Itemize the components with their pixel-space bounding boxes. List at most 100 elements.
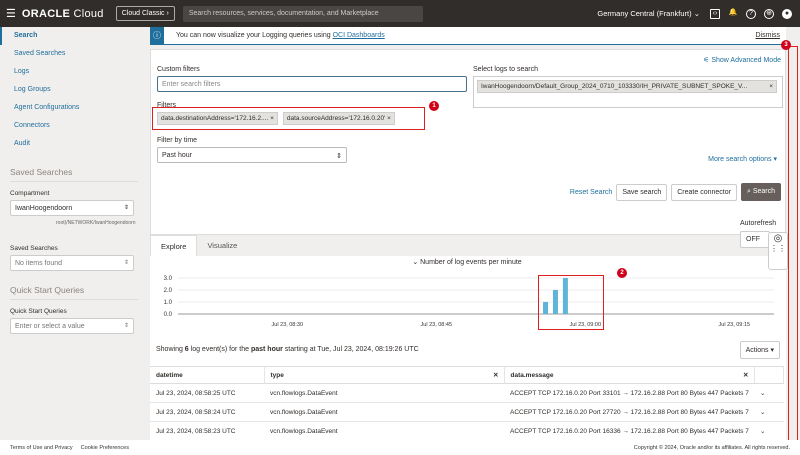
help-widget[interactable]: ◎ ⋮⋮ (768, 232, 788, 270)
copyright: Copyright © 2024, Oracle and/or its affi… (633, 444, 790, 451)
grid-icon: ⋮⋮ (770, 244, 786, 253)
sidebar-item-logs[interactable]: Logs (0, 63, 148, 81)
table-row[interactable]: Jul 23, 2024, 08:58:24 UTC vcn.flowlogs.D… (150, 402, 784, 422)
autorefresh-toggle[interactable]: OFF (740, 231, 770, 248)
cloud-classic-button[interactable]: Cloud Classic › (115, 6, 175, 21)
y-tick-label: 0.0 (164, 312, 173, 318)
table-cell: vcn.flowlogs.DataEvent (264, 421, 504, 441)
custom-filters-label: Custom filters (157, 66, 200, 73)
quick-start-label: Quick Start Queries (10, 308, 67, 315)
compartment-select[interactable]: IwanHoogendoorn ⇕ (10, 200, 134, 216)
sidebar-item-saved-searches[interactable]: Saved Searches (0, 45, 148, 63)
results-panel: ⌄ Number of log events per minute 3.0 2.0… (150, 256, 786, 441)
chevron-updown-icon: ⇕ (336, 153, 342, 160)
autorefresh-label: Autorefresh (740, 220, 777, 227)
expand-row-icon[interactable]: ⌄ (754, 421, 784, 441)
column-datetime[interactable]: datetime (150, 366, 265, 384)
reset-search-link[interactable]: Reset Search (570, 189, 612, 196)
info-icon: ⓘ (150, 26, 164, 45)
filters-highlight: data.destinationAddress='172.16.2.... × … (152, 107, 425, 130)
close-icon[interactable]: ✕ (743, 371, 748, 379)
x-tick-label: Jul 23, 09:15 (719, 322, 751, 328)
table-cell: Jul 23, 2024, 08:58:23 UTC (150, 421, 264, 441)
tab-explore[interactable]: Explore (150, 235, 198, 257)
x-tick-label: Jul 23, 08:45 (421, 322, 453, 328)
show-advanced-mode-link[interactable]: ⚟ Show Advanced Mode (703, 56, 781, 64)
sidebar-item-search[interactable]: Search (0, 27, 148, 45)
select-logs-input[interactable]: IwanHoogendoorn/Default_Group_2024_0710_… (473, 76, 783, 108)
help-icon[interactable]: ? (746, 8, 756, 19)
time-filter-select[interactable]: Past hour ⇕ (157, 147, 347, 163)
saved-searches-heading: Saved Searches (10, 167, 138, 182)
results-summary: Showing 6 log event(s) for the past hour… (156, 346, 419, 353)
chevron-updown-icon: ⇕ (123, 205, 129, 211)
annotation-badge-3: 3 (781, 40, 791, 50)
create-connector-button[interactable]: Create connector (671, 183, 737, 201)
annotation-badge-1: 1 (429, 101, 439, 111)
tab-visualize[interactable]: Visualize (197, 235, 247, 257)
global-search-input[interactable]: Search resources, services, documentatio… (182, 5, 423, 22)
sidebar-item-audit[interactable]: Audit (0, 135, 148, 153)
remove-icon[interactable]: × (769, 83, 773, 90)
chart-title[interactable]: ⌄ Number of log events per minute (150, 258, 784, 266)
close-icon[interactable]: ✕ (493, 371, 498, 379)
expand-row-icon[interactable]: ⌄ (754, 402, 784, 422)
dismiss-link[interactable]: Dismiss (756, 32, 781, 39)
compartment-path: root)/NETWORK/IwanHoogendoorn (56, 220, 136, 226)
select-logs-label: Select logs to search (473, 66, 538, 73)
remove-icon[interactable]: × (387, 115, 391, 122)
compartment-label: Compartment (10, 190, 50, 197)
sidebar: Search Saved Searches Logs Log Groups Ag… (0, 27, 148, 440)
y-tick-label: 2.0 (164, 288, 173, 294)
remove-icon[interactable]: × (270, 115, 274, 122)
more-search-options-link[interactable]: More search options ▾ (708, 155, 777, 163)
chevron-updown-icon: ⇕ (123, 260, 129, 266)
actions-button[interactable]: Actions ▾ (739, 341, 780, 359)
table-cell: Jul 23, 2024, 08:58:24 UTC (150, 402, 264, 422)
top-bar: ☰ ORACLE Cloud Cloud Classic › Search re… (0, 0, 800, 27)
oci-dashboards-link[interactable]: OCI Dashboards (333, 32, 385, 39)
saved-searches-label: Saved Searches (10, 245, 58, 252)
filter-chip: data.sourceAddress='172.16.0.20' × (282, 112, 395, 125)
chart-highlight (538, 275, 604, 330)
filter-by-time-label: Filter by time (157, 137, 198, 144)
profile-icon[interactable]: ● (782, 8, 792, 19)
sidebar-item-agent-configurations[interactable]: Agent Configurations (0, 99, 148, 117)
footer: Terms of Use and Privacy Cookie Preferen… (0, 440, 800, 455)
x-tick-label: Jul 23, 08:30 (272, 322, 304, 328)
y-tick-label: 1.0 (164, 300, 173, 306)
logo[interactable]: ORACLE Cloud (22, 8, 104, 20)
saved-searches-select[interactable]: No items found ⇕ (10, 255, 134, 271)
sidebar-item-connectors[interactable]: Connectors (0, 117, 148, 135)
cookie-preferences-link[interactable]: Cookie Preferences (81, 445, 129, 451)
quick-start-select[interactable]: Enter or select a value ⇕ (10, 318, 134, 334)
column-message[interactable]: data.message ✕ (504, 366, 755, 384)
sidebar-item-log-groups[interactable]: Log Groups (0, 81, 148, 99)
search-button[interactable]: ⌕ Search (740, 183, 781, 201)
expand-row-icon[interactable]: ⌄ (754, 383, 784, 403)
filter-chip: data.destinationAddress='172.16.2.... × (157, 112, 278, 125)
globe-icon[interactable]: ⊕ (764, 8, 774, 19)
menu-icon[interactable]: ☰ (6, 7, 16, 20)
column-type[interactable]: type ✕ (264, 366, 505, 384)
region-selector[interactable]: Germany Central (Frankfurt) ⌄ (597, 9, 700, 18)
table-cell: Jul 23, 2024, 08:58:25 UTC (150, 383, 264, 403)
main-content: ⓘ You can now visualize your Logging que… (148, 26, 788, 441)
table-cell: ACCEPT TCP 172.16.0.20 Port 27720 → 172.… (504, 402, 754, 422)
search-icon: ⌕ (746, 188, 751, 195)
view-tabs: Explore Visualize (150, 235, 247, 257)
table-row[interactable]: Jul 23, 2024, 08:58:25 UTC vcn.flowlogs.D… (150, 383, 784, 403)
code-editor-icon[interactable]: ‹› (710, 8, 720, 19)
lifebuoy-icon: ◎ (773, 233, 783, 244)
bell-icon[interactable]: 🔔 (728, 9, 738, 19)
table-cell: vcn.flowlogs.DataEvent (264, 383, 504, 403)
results-table: datetime type ✕ data.message ✕ Jul 23, 202… (150, 366, 784, 441)
table-cell: ACCEPT TCP 172.16.0.20 Port 33101 → 172.… (504, 383, 754, 403)
custom-filters-input[interactable]: Enter search filters (157, 76, 467, 92)
terms-link[interactable]: Terms of Use and Privacy (10, 445, 73, 451)
table-row[interactable]: Jul 23, 2024, 08:58:23 UTC vcn.flowlogs.D… (150, 421, 784, 441)
save-search-button[interactable]: Save search (616, 183, 668, 201)
log-chip: IwanHoogendoorn/Default_Group_2024_0710_… (477, 80, 777, 93)
info-banner: ⓘ You can now visualize your Logging que… (150, 26, 786, 45)
scrollbar-highlight[interactable] (788, 46, 798, 444)
